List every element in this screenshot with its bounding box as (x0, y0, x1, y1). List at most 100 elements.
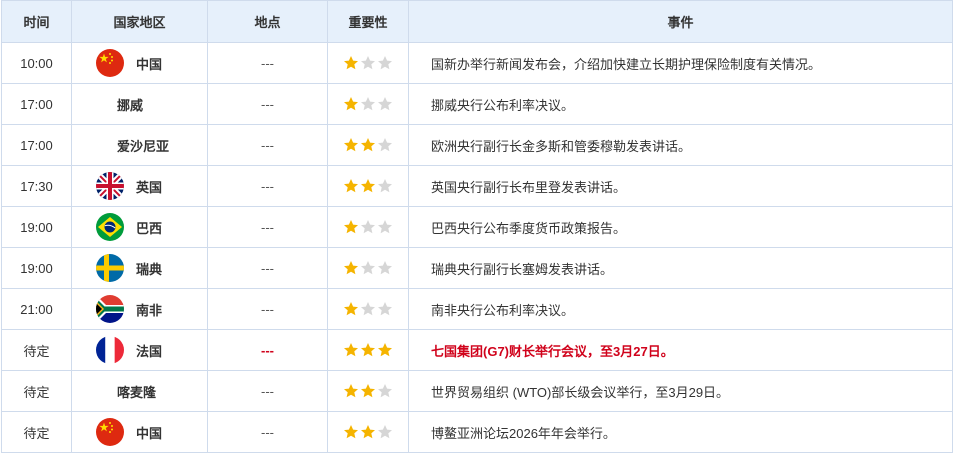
country-wrap: 中国 (73, 44, 207, 83)
place-cell: --- (207, 247, 328, 289)
france-flag-icon (96, 336, 124, 364)
star-filled-icon (378, 343, 392, 357)
country-name: 南非 (136, 302, 163, 318)
place-cell: --- (207, 124, 328, 166)
table-row: 10:00 中国 --- 国新办举行新闻发布会，介绍加快建立长期护理保险制度有关… (1, 42, 953, 84)
country-name: 中国 (136, 56, 163, 72)
star-empty-icon (378, 138, 392, 152)
economic-calendar-table: 时间 国家地区 地点 重要性 事件 10:00 中国 --- 国新办举行新闻发布… (1, 0, 953, 453)
table-row: 19:00 巴西 --- 巴西央行公布季度货币政策报告。 (1, 206, 953, 248)
importance-stars (329, 372, 408, 411)
country-name: 爱沙尼亚 (117, 138, 170, 154)
star-filled-icon (344, 384, 358, 398)
header-country: 国家地区 (71, 0, 208, 43)
importance-stars (329, 208, 408, 247)
place-cell: --- (207, 206, 328, 248)
table-row: 待定 喀麦隆 --- 世界贸易组织 (WTO)部长级会议举行，至3月29日。 (1, 370, 953, 412)
star-empty-icon (378, 425, 392, 439)
event-cell: 英国央行副行长布里登发表讲话。 (408, 165, 953, 207)
south-africa-flag-icon (96, 295, 124, 323)
star-empty-icon (378, 302, 392, 316)
star-empty-icon (378, 56, 392, 70)
country-cell: 喀麦隆 (71, 370, 208, 412)
star-filled-icon (344, 261, 358, 275)
importance-cell (327, 411, 409, 453)
table-header-row: 时间 国家地区 地点 重要性 事件 (1, 0, 953, 43)
importance-cell (327, 370, 409, 412)
country-cell: 瑞典 (71, 247, 208, 289)
place-cell: --- (207, 370, 328, 412)
country-wrap: 挪威 (73, 85, 207, 124)
country-name: 巴西 (136, 220, 163, 236)
place-cell: --- (207, 83, 328, 125)
star-empty-icon (361, 220, 375, 234)
importance-cell (327, 42, 409, 84)
time-cell: 17:30 (1, 165, 72, 207)
time-cell: 19:00 (1, 247, 72, 289)
place-cell: --- (207, 329, 328, 371)
country-wrap: 法国 (73, 331, 207, 370)
sweden-flag-icon (96, 254, 124, 282)
country-cell: 中国 (71, 42, 208, 84)
table-row: 17:00 挪威 --- 挪威央行公布利率决议。 (1, 83, 953, 125)
importance-cell (327, 288, 409, 330)
country-name: 挪威 (117, 97, 144, 113)
star-filled-icon (361, 179, 375, 193)
country-cell: 挪威 (71, 83, 208, 125)
brazil-flag-icon (96, 213, 124, 241)
event-cell: 欧洲央行副行长金多斯和管委穆勒发表讲话。 (408, 124, 953, 166)
star-filled-icon (361, 343, 375, 357)
table-row: 17:00 爱沙尼亚 --- 欧洲央行副行长金多斯和管委穆勒发表讲话。 (1, 124, 953, 166)
time-cell: 待定 (1, 370, 72, 412)
importance-stars (329, 249, 408, 288)
header-time: 时间 (1, 0, 72, 43)
star-filled-icon (344, 97, 358, 111)
country-name: 喀麦隆 (117, 384, 157, 400)
importance-cell (327, 329, 409, 371)
importance-stars (329, 413, 408, 452)
country-cell: 英国 (71, 165, 208, 207)
star-empty-icon (361, 261, 375, 275)
country-wrap: 巴西 (73, 208, 207, 247)
event-cell: 七国集团(G7)财长举行会议，至3月27日。 (408, 329, 953, 371)
table-row: 待定 中国 --- 博鳌亚洲论坛2026年年会举行。 (1, 411, 953, 453)
place-cell: --- (207, 288, 328, 330)
star-filled-icon (344, 220, 358, 234)
importance-stars (329, 167, 408, 206)
table-row: 19:00 瑞典 --- 瑞典央行副行长塞姆发表讲话。 (1, 247, 953, 289)
uk-flag-icon (96, 172, 124, 200)
star-filled-icon (344, 138, 358, 152)
star-filled-icon (344, 343, 358, 357)
place-cell: --- (207, 42, 328, 84)
time-cell: 10:00 (1, 42, 72, 84)
table-row: 待定 法国 --- 七国集团(G7)财长举行会议，至3月27日。 (1, 329, 953, 371)
event-cell: 挪威央行公布利率决议。 (408, 83, 953, 125)
importance-cell (327, 165, 409, 207)
country-name: 瑞典 (136, 261, 163, 277)
importance-stars (329, 126, 408, 165)
star-filled-icon (361, 138, 375, 152)
importance-cell (327, 206, 409, 248)
event-cell: 南非央行公布利率决议。 (408, 288, 953, 330)
star-filled-icon (344, 179, 358, 193)
country-wrap: 喀麦隆 (73, 372, 207, 411)
star-empty-icon (361, 56, 375, 70)
country-wrap: 英国 (73, 167, 207, 206)
country-wrap: 南非 (73, 290, 207, 329)
country-cell: 中国 (71, 411, 208, 453)
country-cell: 法国 (71, 329, 208, 371)
star-empty-icon (378, 261, 392, 275)
star-filled-icon (361, 384, 375, 398)
country-wrap: 瑞典 (73, 249, 207, 288)
header-event: 事件 (408, 0, 953, 43)
importance-stars (329, 44, 408, 83)
star-filled-icon (344, 425, 358, 439)
table-row: 21:00 南非 --- 南非央行公布利率决议。 (1, 288, 953, 330)
importance-stars (329, 331, 408, 370)
country-name: 法国 (136, 343, 163, 359)
star-filled-icon (344, 56, 358, 70)
header-place: 地点 (207, 0, 328, 43)
time-cell: 待定 (1, 329, 72, 371)
country-cell: 爱沙尼亚 (71, 124, 208, 166)
importance-stars (329, 290, 408, 329)
